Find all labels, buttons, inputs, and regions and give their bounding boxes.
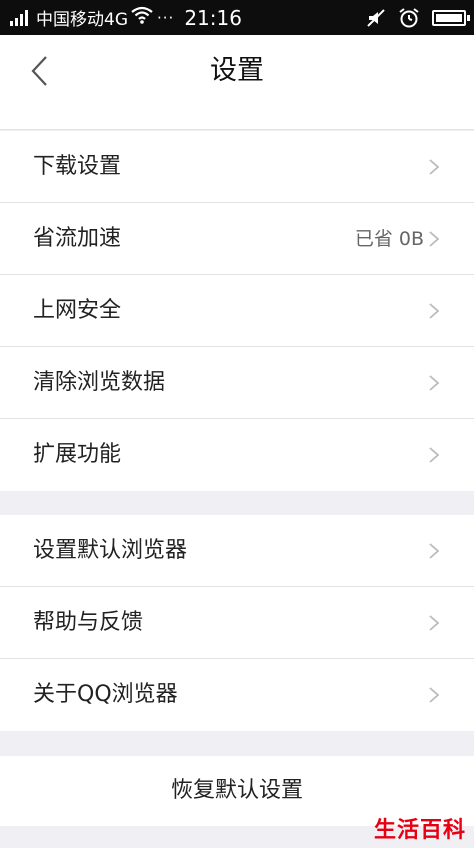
settings-item-clear-data[interactable]: 清除浏览数据 <box>0 347 474 419</box>
chevron-right-icon <box>429 615 440 631</box>
status-time: 21:16 <box>184 5 242 30</box>
chevron-right-icon <box>429 159 440 175</box>
wifi-icon <box>131 6 153 29</box>
battery-icon <box>432 9 470 26</box>
status-bar: 中国移动4G ··· 21:16 <box>0 0 474 35</box>
settings-item-label: 省流加速 <box>33 226 122 251</box>
settings-group-about: 设置默认浏览器 帮助与反馈 关于QQ浏览器 <box>0 515 474 731</box>
settings-item-extensions[interactable]: 扩展功能 <box>0 419 474 491</box>
settings-item-label: 下载设置 <box>33 154 122 179</box>
settings-item-security[interactable]: 上网安全 <box>0 275 474 347</box>
settings-item-label: 设置默认浏览器 <box>33 538 188 563</box>
settings-item-label: 清除浏览数据 <box>33 370 166 395</box>
settings-item-data-saver[interactable]: 省流加速 已省 0B <box>0 203 474 275</box>
nav-bar: 设置 <box>0 35 474 107</box>
status-right <box>354 0 470 35</box>
alarm-icon <box>398 7 420 29</box>
settings-item-help-feedback[interactable]: 帮助与反馈 <box>0 587 474 659</box>
chevron-right-icon <box>429 375 440 391</box>
settings-item-default-browser[interactable]: 设置默认浏览器 <box>0 515 474 587</box>
settings-item-label: 扩展功能 <box>33 442 122 467</box>
settings-item-label: 帮助与反馈 <box>33 610 144 635</box>
settings-item-label: 上网安全 <box>33 298 122 323</box>
status-left: 中国移动4G ··· 21:16 <box>10 0 242 35</box>
chevron-right-icon <box>429 303 440 319</box>
carrier-label: 中国移动4G <box>36 10 128 30</box>
more-dots: ··· <box>157 8 175 27</box>
settings-item-about[interactable]: 关于QQ浏览器 <box>0 659 474 731</box>
settings-item-label: 关于QQ浏览器 <box>33 682 178 707</box>
watermark-logo: 生活百科 <box>373 818 466 843</box>
chevron-right-icon <box>429 231 440 247</box>
chevron-right-icon <box>429 447 440 463</box>
settings-group-main: 下载设置 省流加速 已省 0B 上网安全 清除浏览数据 扩展功能 <box>0 131 474 491</box>
mute-icon <box>366 8 386 28</box>
partial-list-item <box>0 106 474 130</box>
signal-icon <box>10 9 30 26</box>
settings-item-download[interactable]: 下载设置 <box>0 131 474 203</box>
chevron-right-icon <box>429 687 440 703</box>
battery-fill <box>436 13 462 22</box>
page-title: 设置 <box>210 55 264 86</box>
data-saved-value: 已省 0B <box>354 228 424 250</box>
chevron-right-icon <box>429 543 440 559</box>
